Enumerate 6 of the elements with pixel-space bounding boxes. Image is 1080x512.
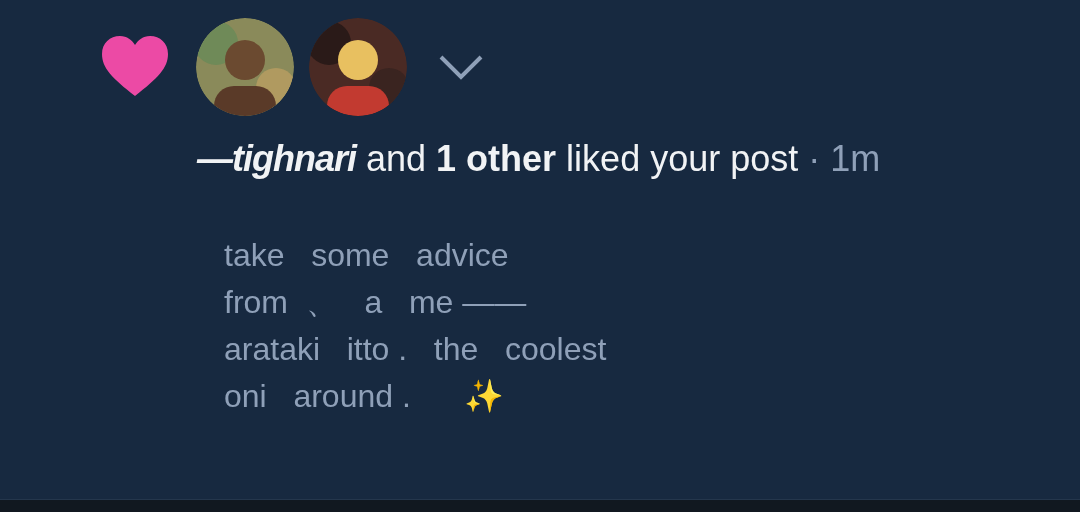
- post-text-line: from 、 a me ——: [224, 283, 527, 322]
- notification-text: —tighnari and 1 other liked your post · 1m: [197, 138, 882, 180]
- post-text-line: arataki itto . the coolest: [224, 330, 607, 369]
- chevron-down-icon[interactable]: [438, 53, 484, 81]
- post-text-line: oni around . ✨: [224, 377, 505, 416]
- post-text-line: take some advice: [224, 236, 509, 275]
